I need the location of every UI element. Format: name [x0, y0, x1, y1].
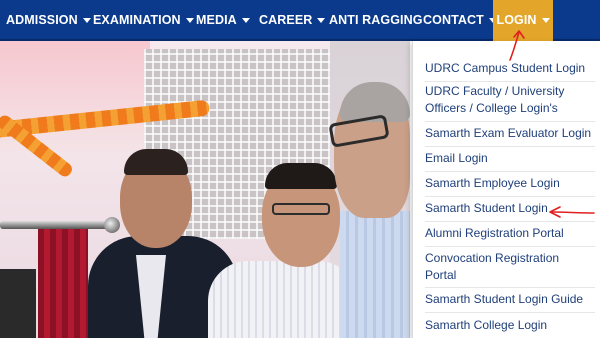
- menu-item-samarth-student-login-guide[interactable]: Samarth Student Login Guide: [425, 291, 597, 308]
- menu-divider: [425, 312, 595, 313]
- nav-media[interactable]: MEDIA: [196, 0, 250, 41]
- menu-divider: [425, 221, 595, 222]
- nav-media-label: MEDIA: [196, 13, 237, 27]
- nav-anti-ragging-label: ANTI RAGGING: [329, 13, 423, 27]
- menu-item-samarth-college-login[interactable]: Samarth College Login: [425, 317, 597, 334]
- nav-admission-label: ADMISSION: [6, 13, 78, 27]
- chevron-down-icon: [82, 18, 91, 24]
- menu-item-udrc-faculty-login[interactable]: UDRC Faculty / University Officers / Col…: [425, 83, 597, 117]
- menu-divider: [425, 121, 595, 122]
- menu-divider: [425, 246, 595, 247]
- nav-career-label: CAREER: [259, 13, 313, 27]
- menu-item-email-login[interactable]: Email Login: [425, 150, 597, 167]
- menu-item-samarth-student-login[interactable]: Samarth Student Login: [425, 200, 597, 217]
- nav-career[interactable]: CAREER: [259, 0, 326, 41]
- menu-divider: [425, 287, 595, 288]
- person-middle-shirt: [208, 261, 358, 338]
- menu-item-convocation-registration-portal[interactable]: Convocation Registration Portal: [425, 250, 565, 284]
- photo-red-curtain: [38, 229, 88, 338]
- menu-item-alumni-registration-portal[interactable]: Alumni Registration Portal: [425, 225, 597, 242]
- nav-contact[interactable]: CONTACT: [423, 0, 497, 41]
- chevron-down-icon: [541, 18, 550, 24]
- photo-curtain-rod-knob: [104, 217, 120, 233]
- nav-examination[interactable]: EXAMINATION: [93, 0, 194, 41]
- nav-anti-ragging[interactable]: ANTI RAGGING: [329, 0, 423, 41]
- menu-item-udrc-campus-student-login[interactable]: UDRC Campus Student Login: [425, 60, 597, 77]
- person-middle-glasses: [272, 203, 330, 215]
- nav-admission[interactable]: ADMISSION: [6, 0, 91, 41]
- photo-plaque: [0, 269, 36, 338]
- menu-divider: [425, 81, 595, 82]
- nav-examination-label: EXAMINATION: [93, 13, 181, 27]
- menu-divider: [425, 146, 595, 147]
- hero-event-photo: [0, 41, 410, 338]
- person-right-shirt: [340, 211, 410, 338]
- nav-contact-label: CONTACT: [423, 13, 484, 27]
- menu-divider: [425, 196, 595, 197]
- menu-item-samarth-exam-evaluator-login[interactable]: Samarth Exam Evaluator Login: [425, 125, 597, 142]
- chevron-down-icon: [185, 18, 194, 24]
- menu-item-samarth-employee-login[interactable]: Samarth Employee Login: [425, 175, 597, 192]
- person-middle-hair: [265, 163, 337, 189]
- nav-login-label: LOGIN: [496, 13, 537, 27]
- nav-login[interactable]: LOGIN: [493, 0, 553, 41]
- person-left-hair: [124, 149, 188, 175]
- chevron-down-icon: [241, 18, 250, 24]
- login-dropdown-menu: UDRC Campus Student Login UDRC Faculty /…: [412, 41, 600, 338]
- menu-divider: [425, 171, 595, 172]
- chevron-down-icon: [317, 18, 326, 24]
- main-nav-bar: ADMISSION EXAMINATION MEDIA CAREER ANTI …: [0, 0, 600, 41]
- photo-curtain-rod: [0, 221, 118, 229]
